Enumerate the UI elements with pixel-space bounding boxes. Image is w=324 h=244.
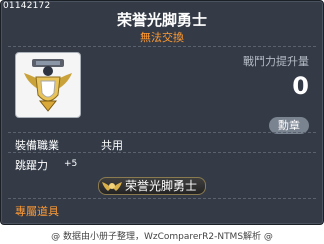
- item-icon-frame: [15, 52, 81, 118]
- separator: [8, 152, 316, 153]
- wing-icon: [102, 182, 122, 191]
- equip-job-value: 共用: [101, 139, 123, 152]
- separator: [8, 46, 316, 47]
- medal-name-tag: 荣誉光脚勇士: [98, 177, 207, 195]
- item-tooltip: 01142172 荣誉光脚勇士 無法交換 戰鬥力提升量 0 勳章 裝備職業 共用…: [0, 0, 324, 225]
- separator: [8, 132, 316, 133]
- stat-jump-value: +5: [64, 159, 78, 169]
- combat-power-value: 0: [292, 72, 309, 100]
- equip-job-label: 裝備職業: [15, 139, 59, 152]
- exclusive-item-label: 專屬道具: [15, 205, 59, 218]
- combat-power-label: 戰鬥力提升量: [243, 55, 309, 68]
- medal-icon: [24, 59, 72, 112]
- item-name: 荣誉光脚勇士: [116, 11, 207, 29]
- trade-status: 無法交換: [140, 31, 184, 44]
- stat-jump-name: 跳躍力: [15, 159, 48, 172]
- credit-text: @ 数据由小册子整理，WzComparerR2-NTMS解析 @: [51, 232, 273, 242]
- medal-tag-text: 荣誉光脚勇士: [125, 179, 198, 193]
- separator: [8, 198, 316, 199]
